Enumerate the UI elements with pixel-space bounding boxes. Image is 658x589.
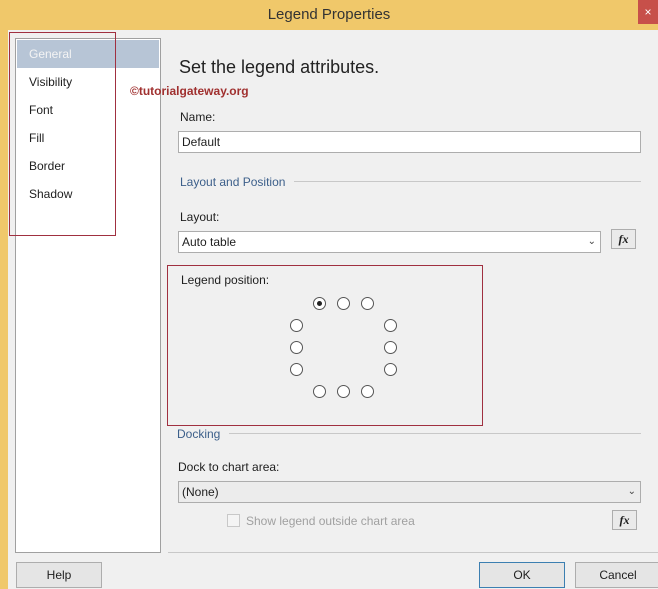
layout-label: Layout: bbox=[180, 210, 220, 224]
legend-position-label: Legend position: bbox=[181, 273, 270, 287]
position-left-bottom[interactable] bbox=[290, 363, 303, 376]
watermark: ©tutorialgateway.org bbox=[130, 84, 249, 98]
highlight-box bbox=[9, 32, 116, 236]
layout-section-title: Layout and Position bbox=[180, 175, 286, 189]
dock-label: Dock to chart area: bbox=[178, 460, 280, 474]
position-left-center[interactable] bbox=[290, 341, 303, 354]
page-heading: Set the legend attributes. bbox=[179, 57, 380, 77]
position-bottom-center[interactable] bbox=[337, 385, 350, 398]
dock-value: (None) bbox=[182, 485, 219, 499]
position-top-right[interactable] bbox=[361, 297, 374, 310]
layout-expression-button[interactable]: fx bbox=[611, 229, 636, 249]
close-button[interactable]: × bbox=[638, 0, 658, 24]
dock-expression-button[interactable]: fx bbox=[612, 510, 637, 530]
position-left-top[interactable] bbox=[290, 319, 303, 332]
divider bbox=[229, 433, 641, 434]
ok-button[interactable]: OK bbox=[479, 562, 565, 588]
show-outside-label: Show legend outside chart area bbox=[246, 514, 415, 528]
highlight-box bbox=[167, 265, 483, 426]
position-top-center[interactable] bbox=[337, 297, 350, 310]
show-outside-checkbox[interactable] bbox=[227, 514, 240, 527]
chevron-down-icon: ⌄ bbox=[627, 486, 636, 497]
position-right-center[interactable] bbox=[384, 341, 397, 354]
position-right-top[interactable] bbox=[384, 319, 397, 332]
position-top-left[interactable] bbox=[313, 297, 326, 310]
name-input[interactable]: Default bbox=[178, 131, 641, 153]
position-right-bottom[interactable] bbox=[384, 363, 397, 376]
layout-value: Auto table bbox=[182, 235, 237, 249]
divider bbox=[294, 181, 641, 182]
name-label: Name: bbox=[180, 110, 216, 124]
footer-divider bbox=[168, 552, 658, 553]
dock-select[interactable]: (None) ⌄ bbox=[178, 481, 641, 503]
window-title: Legend Properties bbox=[267, 6, 391, 23]
help-button[interactable]: Help bbox=[16, 562, 102, 588]
cancel-button[interactable]: Cancel bbox=[575, 562, 658, 588]
chevron-down-icon: ⌄ bbox=[587, 236, 596, 247]
docking-section-title: Docking bbox=[177, 427, 221, 441]
position-bottom-left[interactable] bbox=[313, 385, 326, 398]
position-bottom-right[interactable] bbox=[361, 385, 374, 398]
layout-select[interactable]: Auto table ⌄ bbox=[178, 231, 601, 253]
